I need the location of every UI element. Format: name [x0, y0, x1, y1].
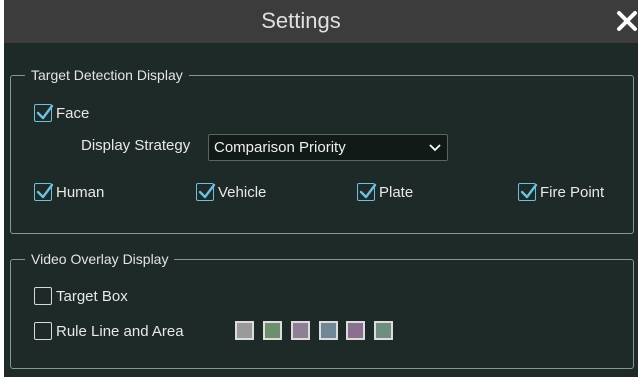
- color-swatch-1[interactable]: [235, 321, 254, 340]
- checkbox-checked-icon: [196, 183, 216, 201]
- dialog-title: Settings: [261, 8, 341, 33]
- checkbox-checked-icon: [34, 183, 54, 201]
- color-swatch-2[interactable]: [263, 321, 282, 340]
- color-swatch-4[interactable]: [319, 321, 338, 340]
- plate-label: Plate: [379, 183, 414, 201]
- human-label: Human: [56, 183, 105, 201]
- title-bar: Settings: [4, 0, 638, 43]
- color-swatch-6[interactable]: [374, 321, 393, 340]
- settings-dialog: Settings Target Detection Display Face D…: [4, 0, 638, 377]
- chevron-down-icon: [429, 144, 441, 152]
- face-label: Face: [56, 104, 90, 122]
- display-strategy-value: Comparison Priority: [214, 139, 346, 156]
- checkbox-unchecked-icon: [34, 287, 52, 305]
- plate-checkbox[interactable]: Plate: [357, 183, 413, 201]
- checkbox-checked-icon: [518, 183, 538, 201]
- face-checkbox[interactable]: Face: [34, 104, 89, 122]
- vehicle-label: Vehicle: [218, 183, 267, 201]
- fire-point-checkbox[interactable]: Fire Point: [518, 183, 604, 201]
- color-swatch-5[interactable]: [346, 321, 365, 340]
- video-overlay-legend: Video Overlay Display: [25, 250, 175, 268]
- target-box-label: Target Box: [56, 287, 128, 305]
- rule-line-label: Rule Line and Area: [56, 322, 184, 340]
- fire-point-label: Fire Point: [540, 183, 605, 201]
- target-detection-legend: Target Detection Display: [25, 66, 189, 84]
- color-swatch-3[interactable]: [291, 321, 310, 340]
- display-strategy-label: Display Strategy: [81, 137, 191, 154]
- target-box-checkbox[interactable]: Target Box: [34, 287, 128, 305]
- rule-line-checkbox[interactable]: Rule Line and Area: [34, 322, 184, 340]
- video-overlay-group: Video Overlay Display: [10, 250, 634, 369]
- vehicle-checkbox[interactable]: Vehicle: [196, 183, 266, 201]
- checkbox-unchecked-icon: [34, 322, 52, 340]
- checkbox-checked-icon: [357, 183, 377, 201]
- human-checkbox[interactable]: Human: [34, 183, 104, 201]
- checkbox-checked-icon: [34, 104, 54, 122]
- close-icon: [617, 11, 637, 31]
- close-button[interactable]: [616, 8, 638, 34]
- display-strategy-select[interactable]: Comparison Priority: [208, 134, 448, 161]
